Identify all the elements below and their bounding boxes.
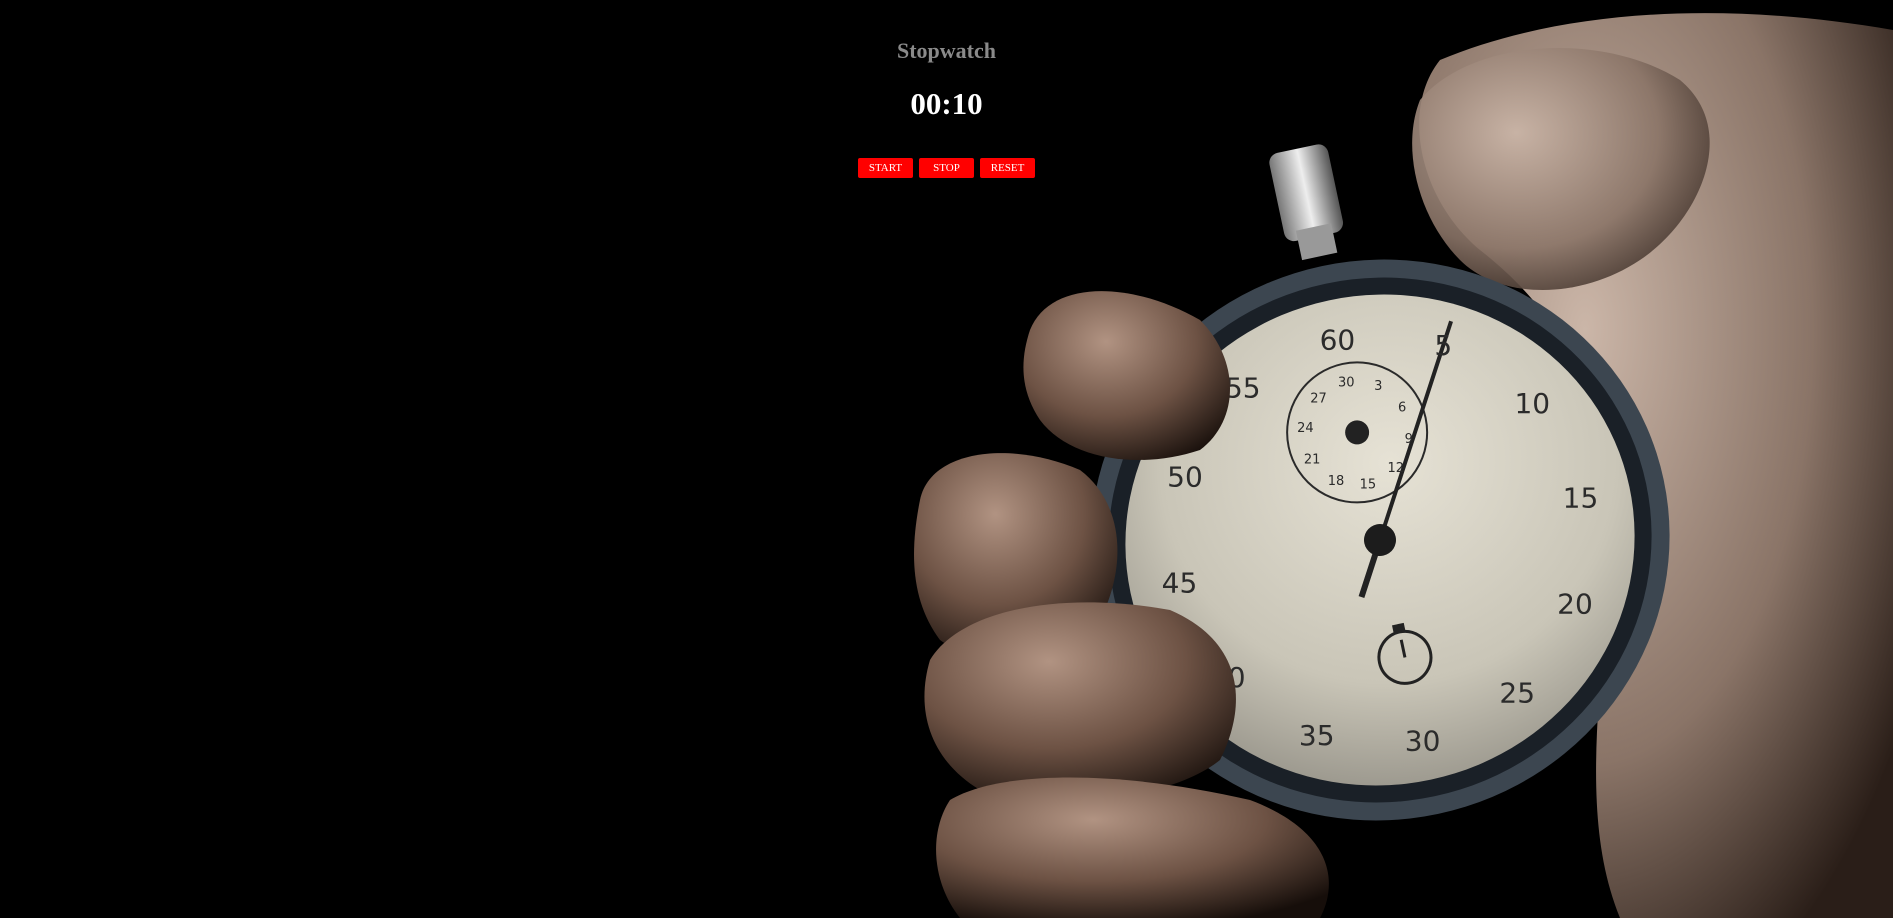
dial-number: 10 (1514, 387, 1550, 420)
subdial-number: 12 (1388, 461, 1405, 476)
dial-number: 20 (1557, 587, 1593, 620)
subdial-number: 15 (1360, 477, 1377, 492)
dial-number: 15 (1563, 481, 1599, 514)
dial-number: 45 (1162, 567, 1198, 600)
dial-number: 50 (1167, 461, 1203, 494)
dial-number: 25 (1499, 676, 1535, 709)
dial-number: 30 (1405, 725, 1441, 758)
subdial-number: 30 (1338, 376, 1355, 391)
start-button[interactable]: START (858, 158, 913, 178)
page-title: Stopwatch (896, 38, 996, 63)
finger-3 (924, 602, 1236, 800)
stop-button[interactable]: STOP (919, 158, 974, 178)
subdial-number: 24 (1297, 421, 1314, 436)
subdial-number: 21 (1304, 452, 1321, 467)
reset-button[interactable]: RESET (980, 158, 1035, 178)
subdial-number: 3 (1374, 379, 1382, 394)
stopwatch-hand-photo: 6051015202530354045505530369121518212427 (0, 0, 1893, 918)
subdial-number: 18 (1328, 474, 1345, 489)
subdial-number: 27 (1310, 392, 1327, 407)
dial-number: 5 (1434, 329, 1452, 362)
dial-number: 55 (1225, 372, 1261, 405)
time-display: 00:10 (910, 86, 983, 121)
dial-number: 35 (1299, 719, 1335, 752)
button-row: START STOP RESET (0, 158, 1893, 178)
subdial-number: 9 (1405, 432, 1413, 447)
dial-number: 60 (1320, 324, 1356, 357)
subdial-number: 6 (1398, 400, 1406, 415)
